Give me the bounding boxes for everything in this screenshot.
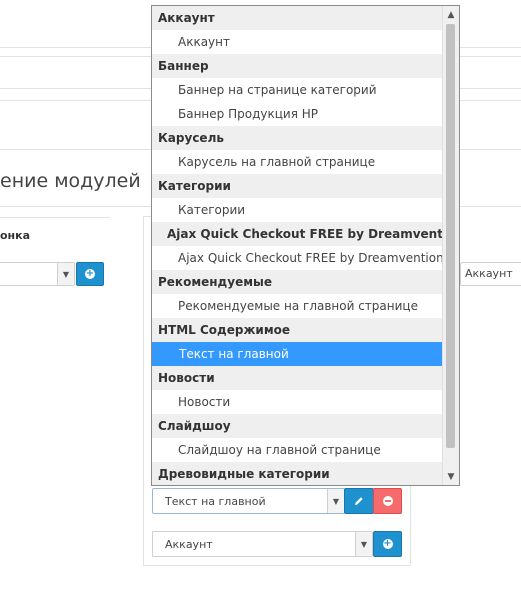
bottom-select-1-value: Текст на главной [165, 495, 266, 508]
scrollbar-thumb[interactable] [446, 24, 455, 448]
dropdown-scrollbar[interactable]: ▲ ▼ [442, 6, 459, 485]
left-add-button[interactable]: + [76, 262, 104, 286]
dropdown-option[interactable]: Рекомендуемые на главной странице [152, 294, 443, 318]
dropdown-group-label: Рекомендуемые [152, 270, 443, 294]
edit-button[interactable] [344, 488, 374, 514]
dropdown-option[interactable]: Баннер на странице категорий [152, 78, 443, 102]
minus-circle-icon [382, 496, 393, 506]
dropdown-group-label: Ajax Quick Checkout FREE by Dreamvention [152, 222, 443, 246]
bottom-select-2-value: Аккаунт [165, 538, 213, 551]
dropdown-option[interactable]: Новости [152, 390, 443, 414]
dropdown-group-label: Слайдшоу [152, 414, 443, 438]
scroll-down-icon[interactable]: ▼ [443, 468, 459, 485]
module-dropdown-list[interactable]: Аккаунт Аккаунт Баннер Баннер на странице к… [151, 5, 460, 486]
column-label: онка [0, 229, 31, 242]
dropdown-group-label: Баннер [152, 54, 443, 78]
dropdown-group-label: HTML Содержимое [152, 318, 443, 342]
right-module-select-value: Аккаунт [465, 267, 513, 280]
dropdown-options[interactable]: Аккаунт Аккаунт Баннер Баннер на странице к… [152, 6, 443, 485]
chevron-down-icon: ▼ [327, 489, 344, 513]
dropdown-option[interactable]: Категории [152, 198, 443, 222]
chevron-down-icon: ▼ [57, 263, 74, 285]
bottom-select-2[interactable]: Аккаунт ▼ [152, 531, 373, 557]
dropdown-option[interactable]: Карусель на главной странице [152, 150, 443, 174]
dropdown-group-label: Аккаунт [152, 6, 443, 30]
dropdown-group-label: Карусель [152, 126, 443, 150]
dropdown-group-label: Новости [152, 366, 443, 390]
page-title: ение модулей [0, 170, 141, 192]
right-module-select[interactable]: Аккаунт [460, 262, 521, 286]
dropdown-option[interactable]: Баннер Продукция HP [152, 102, 443, 126]
bottom-select-1[interactable]: Текст на главной ▼ [152, 488, 345, 514]
pencil-icon [355, 497, 363, 505]
dropdown-option-selected[interactable]: Текст на главной [152, 342, 443, 366]
dropdown-group-label: Категории [152, 174, 443, 198]
dropdown-option[interactable]: Ajax Quick Checkout FREE by Dreamvention [152, 246, 443, 270]
plus-circle-icon: + [85, 268, 95, 279]
chevron-down-icon: ▼ [355, 532, 372, 556]
left-module-select[interactable]: ▼ [0, 262, 75, 286]
plus-circle-icon: + [382, 538, 393, 549]
remove-button[interactable] [373, 488, 402, 514]
column-divider [0, 217, 110, 218]
scroll-up-icon[interactable]: ▲ [443, 6, 459, 23]
dropdown-group-label: Древовидные категории [152, 462, 443, 485]
dropdown-option[interactable]: Аккаунт [152, 30, 443, 54]
dropdown-option[interactable]: Слайдшоу на главной странице [152, 438, 443, 462]
bottom-add-button[interactable]: + [373, 531, 402, 557]
